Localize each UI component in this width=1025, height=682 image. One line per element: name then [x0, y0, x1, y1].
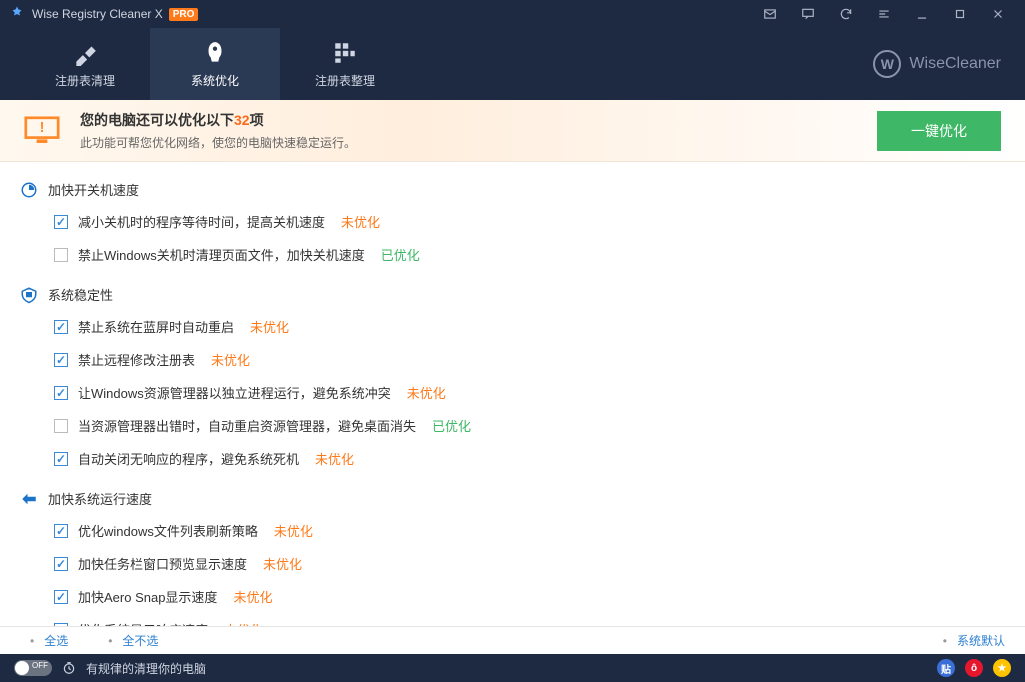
item-text: 自动关闭无响应的程序，避免系统死机 [78, 449, 299, 468]
brand-w-icon: W [873, 50, 901, 78]
item-checkbox[interactable] [54, 353, 68, 367]
item-text: 让Windows资源管理器以独立进程运行，避免系统冲突 [78, 383, 391, 402]
optimize-list[interactable]: 加快开关机速度减小关机时的程序等待时间，提高关机速度未优化禁止Windows关机… [0, 162, 1025, 626]
section-icon [20, 286, 38, 304]
item-status: 未优化 [263, 554, 302, 573]
section-icon [20, 181, 38, 199]
banner-subtext: 此功能可帮您优化网络，使您的电脑快速稳定运行。 [80, 134, 877, 151]
schedule-text: 有规律的清理你的电脑 [86, 660, 206, 677]
optimize-item: 禁止远程修改注册表未优化 [20, 343, 1005, 376]
maximize-button[interactable] [941, 0, 979, 28]
item-text: 当资源管理器出错时，自动重启资源管理器，避免桌面消失 [78, 416, 416, 435]
monitor-warning-icon: ! [24, 116, 60, 146]
section-icon [20, 490, 38, 508]
item-text: 加快Aero Snap显示速度 [78, 587, 217, 606]
item-status: 未优化 [250, 317, 289, 336]
optimize-item: 减小关机时的程序等待时间，提高关机速度未优化 [20, 205, 1005, 238]
app-logo-icon [8, 5, 26, 23]
item-status: 未优化 [315, 449, 354, 468]
section-title: 加快开关机速度 [48, 180, 139, 199]
system-default-link[interactable]: 系统默认 [957, 632, 1005, 649]
svg-text:!: ! [40, 120, 45, 136]
item-checkbox[interactable] [54, 248, 68, 262]
brush-icon [72, 40, 98, 66]
section-title: 加快系统运行速度 [48, 489, 152, 508]
refresh-icon[interactable] [827, 0, 865, 28]
item-text: 优化windows文件列表刷新策略 [78, 521, 258, 540]
optimize-item: 加快Aero Snap显示速度未优化 [20, 580, 1005, 613]
menu-icon[interactable] [865, 0, 903, 28]
optimize-banner: ! 您的电脑还可以优化以下32项 此功能可帮您优化网络，使您的电脑快速稳定运行。… [0, 100, 1025, 162]
tieba-icon[interactable]: 贴 [937, 659, 955, 677]
section-header[interactable]: 系统稳定性 [20, 279, 1005, 310]
item-checkbox[interactable] [54, 557, 68, 571]
optimize-item: 优化windows文件列表刷新策略未优化 [20, 514, 1005, 547]
optimize-item: 让Windows资源管理器以独立进程运行，避免系统冲突未优化 [20, 376, 1005, 409]
optimize-item: 禁止系统在蓝屏时自动重启未优化 [20, 310, 1005, 343]
item-checkbox[interactable] [54, 386, 68, 400]
item-status: 未优化 [211, 350, 250, 369]
item-text: 禁止远程修改注册表 [78, 350, 195, 369]
clock-icon [62, 661, 76, 675]
section-header[interactable]: 加快系统运行速度 [20, 483, 1005, 514]
item-checkbox[interactable] [54, 215, 68, 229]
item-text: 加快任务栏窗口预览显示速度 [78, 554, 247, 573]
deselect-all-link[interactable]: 全不选 [122, 632, 158, 649]
item-status: 已优化 [381, 245, 420, 264]
tab-registry-clean[interactable]: 注册表清理 [20, 28, 150, 100]
minimize-button[interactable] [903, 0, 941, 28]
item-text: 减小关机时的程序等待时间，提高关机速度 [78, 212, 325, 231]
section: 系统稳定性禁止系统在蓝屏时自动重启未优化禁止远程修改注册表未优化让Windows… [20, 279, 1005, 475]
optimize-item: 当资源管理器出错时，自动重启资源管理器，避免桌面消失已优化 [20, 409, 1005, 442]
section-title: 系统稳定性 [48, 285, 113, 304]
selection-footer: • 全选 • 全不选 • 系统默认 [0, 626, 1025, 654]
item-status: 未优化 [274, 521, 313, 540]
item-checkbox[interactable] [54, 452, 68, 466]
tab-label: 系统优化 [191, 72, 239, 89]
optimize-item: 优化系统显示响应速度 未优化 [20, 613, 1005, 626]
item-status: 未优化 [233, 587, 272, 606]
banner-headline: 您的电脑还可以优化以下32项 [80, 110, 877, 130]
select-all-link[interactable]: 全选 [44, 632, 68, 649]
tab-label: 注册表清理 [55, 72, 115, 89]
optimize-item: 加快任务栏窗口预览显示速度未优化 [20, 547, 1005, 580]
brand-text: WiseCleaner [909, 55, 1001, 73]
feedback-icon[interactable] [789, 0, 827, 28]
grid-icon [332, 40, 358, 66]
section: 加快系统运行速度优化windows文件列表刷新策略未优化加快任务栏窗口预览显示速… [20, 483, 1005, 626]
item-text: 优化系统显示响应速度 [78, 620, 208, 626]
brand-logo: W WiseCleaner [873, 28, 1025, 100]
schedule-toggle[interactable]: OFF [14, 660, 52, 676]
item-checkbox[interactable] [54, 590, 68, 604]
qzone-icon[interactable]: ★ [993, 659, 1011, 677]
item-checkbox[interactable] [54, 419, 68, 433]
title-bar: Wise Registry Cleaner X PRO [0, 0, 1025, 28]
item-checkbox[interactable] [54, 320, 68, 334]
weibo-icon[interactable]: ô [965, 659, 983, 677]
item-status: 未优化 [224, 620, 263, 626]
item-status: 已优化 [432, 416, 471, 435]
optimize-item: 禁止Windows关机时清理页面文件，加快关机速度已优化 [20, 238, 1005, 271]
item-text: 禁止系统在蓝屏时自动重启 [78, 317, 234, 336]
item-text: 禁止Windows关机时清理页面文件，加快关机速度 [78, 245, 365, 264]
app-title: Wise Registry Cleaner X [32, 7, 163, 21]
item-status: 未优化 [407, 383, 446, 402]
close-button[interactable] [979, 0, 1017, 28]
status-bar: OFF 有规律的清理你的电脑 贴 ô ★ [0, 654, 1025, 682]
optimize-item: 自动关闭无响应的程序，避免系统死机未优化 [20, 442, 1005, 475]
pro-badge: PRO [169, 8, 199, 21]
optimize-button[interactable]: 一键优化 [877, 111, 1001, 151]
tab-label: 注册表整理 [315, 72, 375, 89]
tab-system-optimize[interactable]: 系统优化 [150, 28, 280, 100]
nav-bar: 注册表清理 系统优化 注册表整理 W WiseCleaner [0, 28, 1025, 100]
item-checkbox[interactable] [54, 524, 68, 538]
section-header[interactable]: 加快开关机速度 [20, 174, 1005, 205]
tab-registry-defrag[interactable]: 注册表整理 [280, 28, 410, 100]
mail-icon[interactable] [751, 0, 789, 28]
item-status: 未优化 [341, 212, 380, 231]
optimize-count: 32 [234, 112, 250, 128]
rocket-icon [202, 40, 228, 66]
item-checkbox[interactable] [54, 623, 68, 627]
section: 加快开关机速度减小关机时的程序等待时间，提高关机速度未优化禁止Windows关机… [20, 174, 1005, 271]
